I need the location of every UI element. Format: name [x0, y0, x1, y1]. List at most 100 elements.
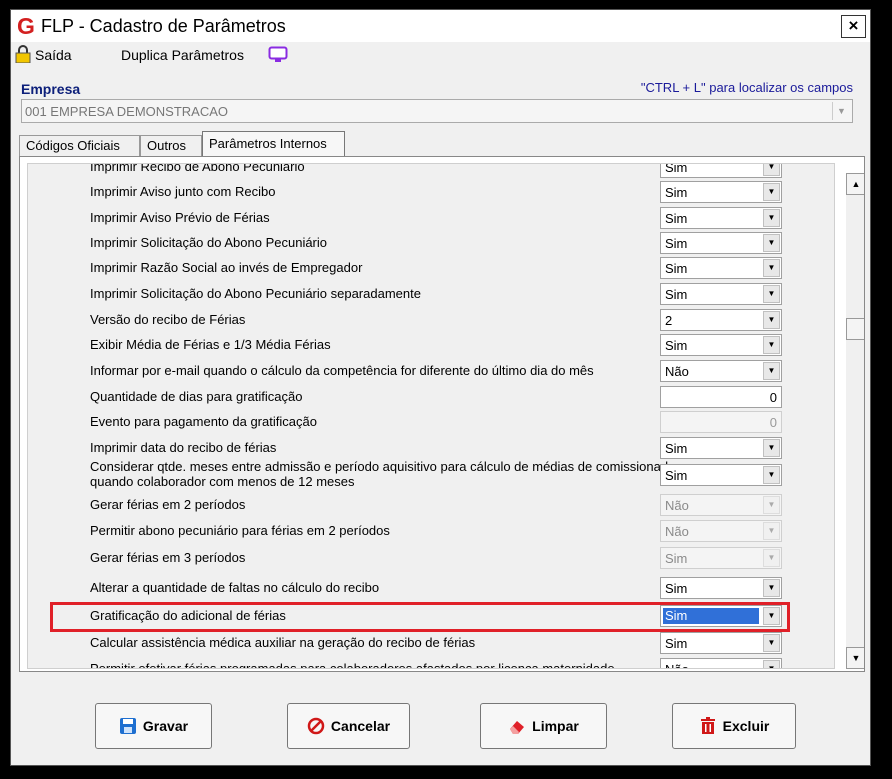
param-label: Imprimir Recibo de Abono Pecuniário [90, 163, 305, 174]
param-select[interactable]: Sim ▼ [660, 334, 782, 356]
param-number-input[interactable]: 0 [660, 386, 782, 408]
param-value: Sim [665, 211, 688, 226]
limpar-button[interactable]: Limpar [480, 703, 607, 749]
param-select[interactable]: Sim ▼ [660, 547, 782, 569]
param-select[interactable]: Sim ▼ [660, 632, 782, 654]
param-label: Exibir Média de Férias e 1/3 Média Féria… [90, 337, 331, 352]
chevron-down-icon[interactable]: ▼ [763, 466, 780, 484]
scroll-up-icon[interactable]: ▲ [846, 173, 864, 195]
param-value: Sim [665, 468, 688, 483]
tab-codigos-oficiais[interactable]: Códigos Oficiais [19, 135, 140, 156]
param-label: Quantidade de dias para gratificação [90, 389, 303, 404]
scroll-thumb[interactable] [846, 318, 864, 340]
param-value: Não [665, 524, 689, 539]
param-value: Não [665, 364, 689, 379]
param-value: 0 [769, 390, 777, 405]
param-select[interactable]: Sim ▼ [660, 437, 782, 459]
param-label: Imprimir Razão Social ao invés de Empreg… [90, 260, 363, 275]
chevron-down-icon[interactable]: ▼ [763, 522, 780, 540]
param-label: Imprimir data do recibo de férias [90, 440, 277, 455]
empresa-select[interactable]: 001 EMPRESA DEMONSTRACAO ▼ [21, 99, 853, 123]
param-value: Sim [665, 261, 688, 276]
parameters-panel: Imprimir Recibo de Abono Pecuniário Sim ▼ I… [19, 156, 865, 672]
chevron-down-icon[interactable]: ▼ [832, 102, 850, 120]
app-logo-icon: G [17, 13, 35, 39]
excluir-button[interactable]: Excluir [672, 703, 796, 749]
param-number-input[interactable]: 0 [660, 411, 782, 433]
parameters-grid: Imprimir Recibo de Abono Pecuniário Sim ▼ I… [27, 163, 835, 669]
menu-saida[interactable]: Saída [35, 47, 72, 63]
close-button[interactable]: × [841, 15, 866, 38]
param-value: Não [665, 498, 689, 513]
param-select[interactable]: Sim ▼ [660, 207, 782, 229]
chevron-down-icon[interactable]: ▼ [763, 579, 780, 597]
param-value: Sim [663, 608, 759, 624]
chevron-down-icon[interactable]: ▼ [763, 336, 780, 354]
param-value: Sim [665, 551, 688, 566]
param-label: Gerar férias em 3 períodos [90, 550, 246, 565]
chevron-down-icon[interactable]: ▼ [763, 259, 780, 277]
title-bar: G FLP - Cadastro de Parâmetros × [11, 10, 870, 42]
scroll-down-icon[interactable]: ▼ [846, 647, 864, 669]
param-label: Gratificação do adicional de férias [90, 608, 286, 623]
param-select[interactable]: Não ▼ [660, 360, 782, 382]
param-value: Sim [665, 236, 688, 251]
chevron-down-icon[interactable]: ▼ [763, 234, 780, 252]
trash-icon [700, 717, 715, 734]
menu-duplica-parametros[interactable]: Duplica Parâmetros [121, 47, 244, 63]
chevron-down-icon[interactable]: ▼ [763, 660, 780, 668]
cancelar-button[interactable]: Cancelar [287, 703, 410, 749]
chevron-down-icon[interactable]: ▼ [763, 549, 780, 567]
param-select[interactable]: Não ▼ [660, 494, 782, 516]
param-select[interactable]: Não ▼ [660, 520, 782, 542]
param-value: 0 [769, 415, 777, 430]
param-label: Calcular assistência médica auxiliar na … [90, 635, 476, 650]
param-select[interactable]: Sim ▼ [660, 181, 782, 203]
param-select[interactable]: Sim ▼ [660, 605, 782, 627]
param-label: Permitir abono pecuniário para férias em… [90, 523, 390, 538]
chevron-down-icon[interactable]: ▼ [763, 209, 780, 227]
chevron-down-icon[interactable]: ▼ [763, 496, 780, 514]
param-label: Gerar férias em 2 períodos [90, 497, 246, 512]
param-select[interactable]: Sim ▼ [660, 257, 782, 279]
cancelar-label: Cancelar [330, 718, 391, 734]
gravar-button[interactable]: Gravar [95, 703, 212, 749]
param-label: Imprimir Solicitação do Abono Pecuniário [90, 235, 328, 250]
locate-hint: "CTRL + L" para localizar os campos [640, 80, 853, 95]
tab-outros[interactable]: Outros [140, 135, 202, 156]
param-select[interactable]: 2 ▼ [660, 309, 782, 331]
vertical-scrollbar[interactable]: ▲ ▼ [846, 173, 864, 669]
chevron-down-icon[interactable]: ▼ [763, 607, 780, 625]
save-icon [119, 718, 136, 734]
param-value: 2 [665, 313, 673, 328]
param-select[interactable]: Sim ▼ [660, 283, 782, 305]
window-title: FLP - Cadastro de Parâmetros [41, 16, 286, 36]
param-label: Informar por e-mail quando o cálculo da … [90, 363, 594, 378]
empresa-label: Empresa [21, 81, 81, 97]
chevron-down-icon[interactable]: ▼ [763, 362, 780, 380]
tab-parametros-internos[interactable]: Parâmetros Internos [202, 131, 345, 157]
footer: Gravar Cancelar Limpar Excluir [11, 686, 870, 766]
chevron-down-icon[interactable]: ▼ [763, 285, 780, 303]
param-select[interactable]: Sim ▼ [660, 232, 782, 254]
chevron-down-icon[interactable]: ▼ [763, 439, 780, 457]
chevron-down-icon[interactable]: ▼ [763, 164, 780, 176]
monitor-icon[interactable] [268, 46, 288, 63]
param-select[interactable]: Sim ▼ [660, 164, 782, 178]
chevron-down-icon[interactable]: ▼ [763, 311, 780, 329]
param-value: Sim [665, 185, 688, 200]
param-value: Não [665, 662, 689, 668]
menu-bar: Saída Duplica Parâmetros [11, 44, 870, 66]
param-select[interactable]: Sim ▼ [660, 577, 782, 599]
param-value: Sim [665, 441, 688, 456]
param-label: Imprimir Aviso junto com Recibo [90, 184, 276, 199]
excluir-label: Excluir [722, 718, 770, 734]
param-value: Sim [665, 338, 688, 353]
parameters-window: G FLP - Cadastro de Parâmetros × Saída D… [10, 9, 871, 766]
param-value: Sim [665, 581, 688, 596]
param-select[interactable]: Sim ▼ [660, 464, 782, 486]
param-label: Imprimir Solicitação do Abono Pecuniário… [90, 286, 421, 301]
chevron-down-icon[interactable]: ▼ [763, 634, 780, 652]
chevron-down-icon[interactable]: ▼ [763, 183, 780, 201]
param-select[interactable]: Não ▼ [660, 658, 782, 668]
